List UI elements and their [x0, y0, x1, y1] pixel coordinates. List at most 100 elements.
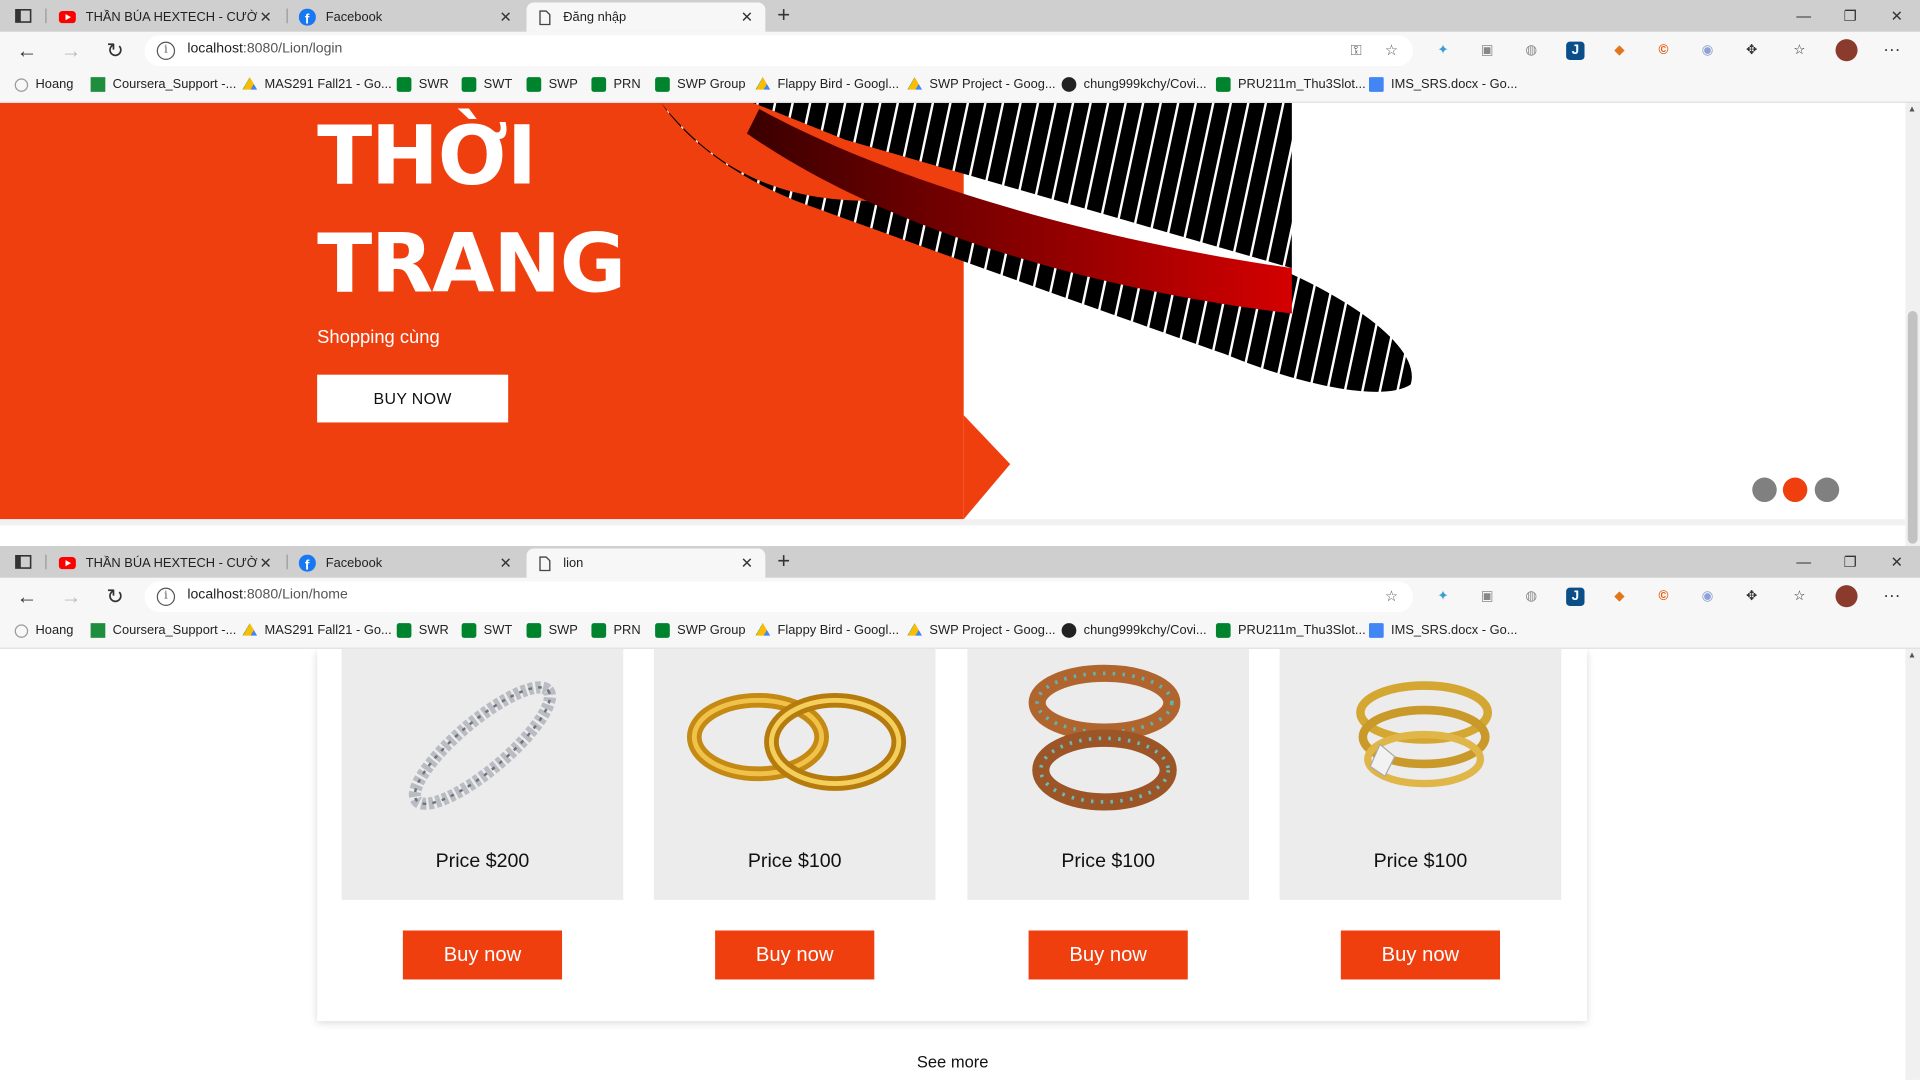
- extensions-puzzle-icon[interactable]: ✥: [1742, 42, 1760, 60]
- slide-dot-3[interactable]: [1814, 477, 1840, 503]
- buy-now-button[interactable]: Buy now: [1340, 930, 1501, 980]
- bookmark-item[interactable]: Hoang: [14, 623, 73, 638]
- bookmark-item[interactable]: SWP Project - Goog...: [907, 623, 1056, 638]
- close-tab-icon[interactable]: ✕: [497, 9, 514, 26]
- new-tab-button[interactable]: +: [771, 4, 795, 28]
- bookmark-item[interactable]: Flappy Bird - Googl...: [755, 623, 899, 638]
- profile-avatar[interactable]: [1835, 585, 1858, 608]
- close-tab-icon[interactable]: ✕: [738, 555, 755, 572]
- extension-cube-icon[interactable]: ▣: [1478, 42, 1496, 60]
- bookmark-item[interactable]: PRN: [591, 77, 641, 92]
- tab-youtube[interactable]: THẦN BÚA HEXTECH - CƯỜNG ĐÔ ✕: [49, 2, 284, 31]
- metamask-icon[interactable]: ◆: [1610, 42, 1628, 60]
- tab-login[interactable]: Đăng nhập ✕: [526, 2, 766, 32]
- bookmark-item[interactable]: SWR: [396, 77, 449, 92]
- bookmark-item[interactable]: chung999kchy/Covi...: [1061, 77, 1207, 92]
- bookmark-item[interactable]: chung999kchy/Covi...: [1061, 623, 1207, 638]
- favorites-icon[interactable]: ☆: [1790, 42, 1808, 60]
- forward-icon[interactable]: →: [59, 39, 83, 63]
- back-icon[interactable]: ←: [15, 39, 39, 63]
- bookmark-item[interactable]: MAS291 Fall21 - Go...: [242, 623, 392, 638]
- restore-icon[interactable]: ❐: [1832, 551, 1869, 573]
- favorites-icon[interactable]: ☆: [1790, 588, 1808, 606]
- tab-facebook[interactable]: f Facebook ✕: [289, 2, 524, 31]
- extension-g-icon[interactable]: ◉: [1698, 588, 1716, 606]
- slide-dot-2[interactable]: [1782, 477, 1808, 503]
- extension-c-icon[interactable]: ©: [1654, 588, 1672, 606]
- extension-shield-icon[interactable]: ◍: [1522, 588, 1540, 606]
- more-menu-icon[interactable]: ···: [1883, 39, 1900, 59]
- bookmark-item[interactable]: PRU211m_Thu3Slot...: [1215, 623, 1366, 638]
- extension-shield-icon[interactable]: ◍: [1522, 42, 1540, 60]
- extension-g-icon[interactable]: ◉: [1698, 42, 1716, 60]
- extension-c-icon[interactable]: ©: [1654, 42, 1672, 60]
- bookmark-item[interactable]: Coursera_Support -...: [90, 77, 236, 92]
- minimize-icon[interactable]: —: [1785, 551, 1822, 573]
- close-tab-icon[interactable]: ✕: [257, 9, 274, 26]
- bookmark-item[interactable]: SWP: [526, 623, 578, 638]
- minimize-icon[interactable]: —: [1785, 5, 1822, 27]
- buy-now-button[interactable]: Buy now: [1028, 930, 1188, 980]
- buy-now-button[interactable]: BUY NOW: [317, 374, 509, 423]
- address-bar[interactable]: i localhost:8080/Lion/home ☆: [144, 581, 1414, 613]
- key-icon[interactable]: ⚿: [1351, 42, 1362, 60]
- extensions-puzzle-icon[interactable]: ✥: [1742, 588, 1760, 606]
- more-menu-icon[interactable]: ···: [1883, 585, 1900, 605]
- bookmark-item[interactable]: SWP Project - Goog...: [907, 77, 1056, 92]
- close-tab-icon[interactable]: ✕: [738, 9, 755, 26]
- product-card[interactable]: Price $100: [967, 648, 1249, 900]
- vertical-scrollbar[interactable]: ▲: [1905, 102, 1920, 546]
- profile-avatar[interactable]: [1835, 39, 1858, 62]
- new-tab-button[interactable]: +: [771, 550, 795, 574]
- site-info-icon[interactable]: i: [156, 41, 176, 61]
- scrollbar-thumb[interactable]: [1907, 311, 1918, 544]
- product-card[interactable]: Price $100: [1279, 648, 1562, 900]
- back-icon[interactable]: ←: [15, 585, 39, 609]
- product-card[interactable]: Price $200: [341, 648, 624, 900]
- extension-cube-icon[interactable]: ▣: [1478, 588, 1496, 606]
- bookmark-item[interactable]: MAS291 Fall21 - Go...: [242, 77, 392, 92]
- site-info-icon[interactable]: i: [156, 587, 176, 607]
- reload-icon[interactable]: ↻: [103, 585, 127, 609]
- bookmark-item[interactable]: SWP Group: [655, 623, 746, 638]
- buy-now-button[interactable]: Buy now: [715, 930, 875, 980]
- bookmark-item[interactable]: SWT: [461, 77, 512, 92]
- vertical-scrollbar[interactable]: ▲: [1905, 648, 1920, 1080]
- bookmark-item[interactable]: Flappy Bird - Googl...: [755, 77, 899, 92]
- tab-lion[interactable]: lion ✕: [526, 548, 766, 578]
- extension-j-icon[interactable]: J: [1566, 41, 1585, 61]
- close-tab-icon[interactable]: ✕: [257, 555, 274, 572]
- bookmark-item[interactable]: PRU211m_Thu3Slot...: [1215, 77, 1366, 92]
- slide-dot-1[interactable]: [1752, 477, 1777, 503]
- product-card[interactable]: Price $100: [653, 648, 936, 900]
- tab-youtube[interactable]: THẦN BÚA HEXTECH - CƯỜNG ĐÔ ✕: [49, 548, 284, 577]
- buy-now-button[interactable]: Buy now: [402, 930, 563, 980]
- bookmark-item[interactable]: IMS_SRS.docx - Go...: [1368, 623, 1518, 638]
- bookmark-item[interactable]: IMS_SRS.docx - Go...: [1368, 77, 1518, 92]
- tab-actions-icon[interactable]: [7, 551, 39, 573]
- tab-actions-icon[interactable]: [7, 5, 39, 27]
- close-window-icon[interactable]: ✕: [1878, 5, 1915, 27]
- bookmark-item[interactable]: SWT: [461, 623, 512, 638]
- bookmark-item[interactable]: SWP: [526, 77, 578, 92]
- restore-icon[interactable]: ❐: [1832, 5, 1869, 27]
- extension-bird-icon[interactable]: ✦: [1434, 42, 1452, 60]
- address-bar[interactable]: i localhost:8080/Lion/login ⚿ ☆: [144, 35, 1414, 67]
- metamask-icon[interactable]: ◆: [1610, 588, 1628, 606]
- close-window-icon[interactable]: ✕: [1878, 551, 1915, 573]
- url-text[interactable]: localhost:8080/Lion/login: [187, 42, 342, 57]
- url-text[interactable]: localhost:8080/Lion/home: [187, 588, 348, 603]
- extension-bird-icon[interactable]: ✦: [1434, 588, 1452, 606]
- bookmark-item[interactable]: PRN: [591, 623, 641, 638]
- favorite-add-icon[interactable]: ☆: [1385, 588, 1398, 605]
- bookmark-item[interactable]: Coursera_Support -...: [90, 623, 236, 638]
- extension-j-icon[interactable]: J: [1566, 587, 1585, 607]
- bookmark-item[interactable]: SWR: [396, 623, 449, 638]
- close-tab-icon[interactable]: ✕: [497, 555, 514, 572]
- see-more-link[interactable]: See more: [0, 1053, 1905, 1071]
- bookmark-item[interactable]: SWP Group: [655, 77, 746, 92]
- bookmark-item[interactable]: Hoang: [14, 77, 73, 92]
- reload-icon[interactable]: ↻: [103, 39, 127, 63]
- forward-icon[interactable]: →: [59, 585, 83, 609]
- favorite-add-icon[interactable]: ☆: [1385, 42, 1398, 59]
